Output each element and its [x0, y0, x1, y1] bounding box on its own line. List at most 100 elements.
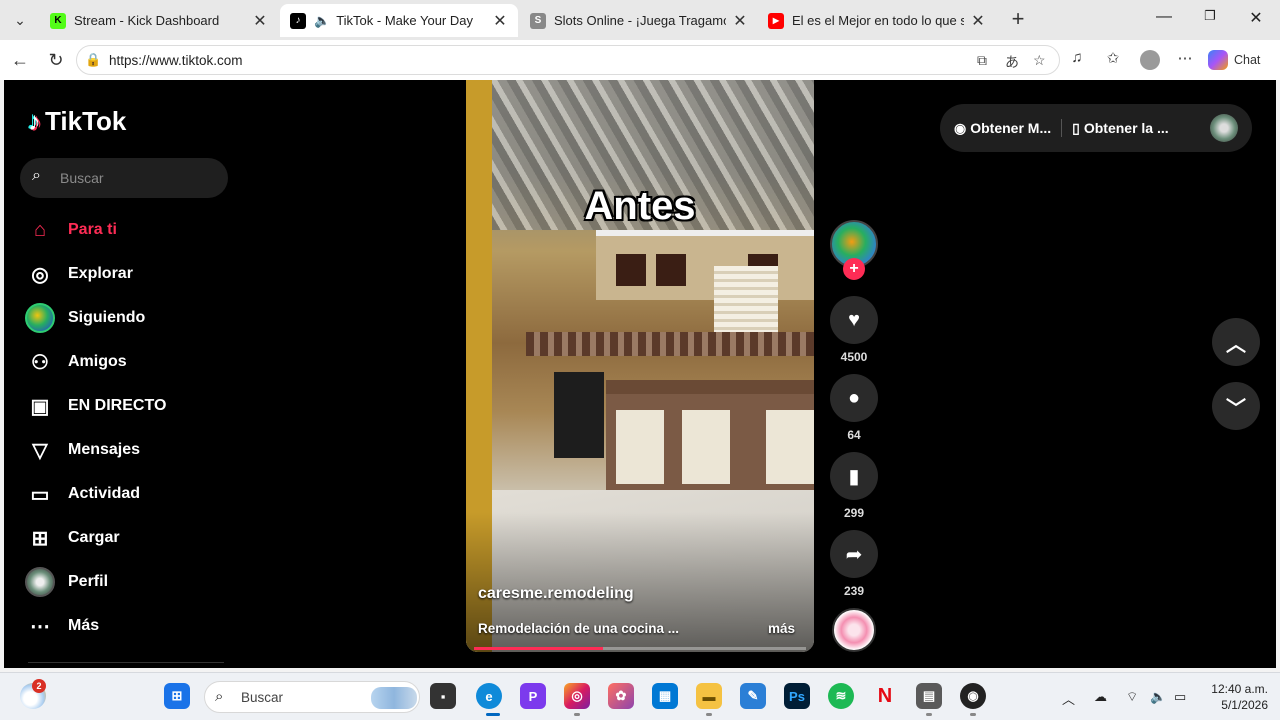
friends-icon: ⚇: [31, 351, 49, 374]
hidden-icons-chevron-icon[interactable]: ︿: [1062, 689, 1075, 708]
minimize-button[interactable]: —: [1150, 8, 1178, 32]
more-options-icon[interactable]: ⋯: [1174, 49, 1196, 71]
store-icon[interactable]: ▦: [652, 683, 678, 709]
get-app-button[interactable]: ◉ Obtener M...: [954, 120, 1051, 137]
close-tab-icon[interactable]: ✕: [732, 11, 748, 31]
search-input[interactable]: ⌕ Buscar: [20, 158, 228, 198]
share-button[interactable]: ➦: [830, 530, 878, 578]
comment-button[interactable]: ●: [830, 374, 878, 422]
editor-app-icon[interactable]: ✎: [740, 683, 766, 709]
address-bar[interactable]: 🔒 https://www.tiktok.com ⧉ あ ☆: [76, 45, 1060, 75]
volume-icon[interactable]: 🔈: [1150, 689, 1166, 705]
pill-divider: [1061, 119, 1063, 137]
favorites-icon[interactable]: ✩: [1102, 49, 1124, 71]
clock-date: 5/1/2026: [1221, 698, 1268, 712]
tab-actions-menu-button[interactable]: ⌄: [6, 6, 34, 34]
url-text[interactable]: https://www.tiktok.com: [109, 53, 243, 68]
running-app-indicator: [706, 713, 712, 716]
bookmark-icon: ▮: [848, 465, 860, 488]
next-video-button[interactable]: ﹀: [1212, 382, 1260, 430]
speaker-icon[interactable]: 🔈: [314, 13, 330, 29]
nav-item-explorar[interactable]: ◎ Explorar: [24, 258, 224, 290]
more-icon: ⋯: [30, 615, 50, 638]
nav-item-para-ti[interactable]: ⌂ Para ti: [24, 214, 224, 246]
calculator-icon[interactable]: ▤: [916, 683, 942, 709]
music-disc-icon[interactable]: [832, 608, 876, 652]
tiktok-logo[interactable]: ♪ TikTok: [28, 106, 126, 137]
new-tab-button[interactable]: +: [1006, 8, 1030, 32]
previous-video-button[interactable]: ︿: [1212, 318, 1260, 366]
cloud-off-icon[interactable]: ☁: [1094, 689, 1107, 705]
tab-youtube[interactable]: ▶ El es el Mejor en todo lo que se lla ✕: [758, 4, 996, 37]
close-tab-icon[interactable]: ✕: [492, 11, 508, 31]
back-button[interactable]: ←: [8, 48, 32, 72]
file-explorer-icon[interactable]: ▬: [696, 683, 722, 709]
edge-icon[interactable]: e: [476, 683, 502, 709]
netflix-icon[interactable]: N: [872, 683, 898, 709]
tab-slots[interactable]: S Slots Online - ¡Juega Tragamonedas ✕: [520, 4, 758, 37]
obs-icon[interactable]: ◉: [960, 683, 986, 709]
task-view-icon[interactable]: ▪: [430, 683, 456, 709]
refresh-button[interactable]: ↻: [44, 48, 68, 72]
instagram-icon[interactable]: ◎: [564, 683, 590, 709]
chevron-up-icon: ︿: [1226, 333, 1246, 356]
open-in-app-icon[interactable]: ⧉: [977, 52, 987, 69]
nav-item-mas[interactable]: ⋯ Más: [24, 610, 224, 642]
battery-icon[interactable]: ▭: [1174, 689, 1186, 705]
video-progress-bar[interactable]: [474, 647, 806, 650]
close-window-button[interactable]: ✕: [1242, 8, 1270, 32]
upload-icon: ⊞: [31, 527, 49, 550]
tab-title: Slots Online - ¡Juega Tragamonedas: [554, 13, 726, 28]
close-tab-icon[interactable]: ✕: [252, 11, 268, 31]
media-control-icon[interactable]: ♫: [1066, 49, 1088, 71]
user-avatar[interactable]: [1210, 114, 1238, 142]
photos-icon[interactable]: ✿: [608, 683, 634, 709]
taskbar-search-input[interactable]: ⌕ Buscar: [204, 681, 420, 713]
chat-label: Chat: [1234, 53, 1261, 67]
video-author[interactable]: caresme.remodeling: [478, 585, 634, 603]
tab-kick[interactable]: K Stream - Kick Dashboard ✕: [40, 4, 278, 37]
photoshop-icon[interactable]: Ps: [784, 683, 810, 709]
close-tab-icon[interactable]: ✕: [970, 11, 986, 31]
translate-icon[interactable]: あ: [1005, 52, 1019, 72]
nav-label: Cargar: [68, 529, 120, 546]
get-mobile-app-button[interactable]: ▯ Obtener la ...: [1072, 120, 1169, 137]
more-link[interactable]: más: [768, 621, 795, 636]
nav-label: EN DIRECTO: [68, 397, 167, 414]
start-button[interactable]: ⊞: [164, 683, 190, 709]
save-button[interactable]: ▮: [830, 452, 878, 500]
nav-item-en-directo[interactable]: ▣ EN DIRECTO: [24, 390, 224, 422]
comment-icon: ●: [847, 386, 861, 409]
wifi-icon[interactable]: ⌔: [1126, 689, 1138, 705]
picsart-icon[interactable]: P: [520, 683, 546, 709]
running-app-indicator: [574, 713, 580, 716]
tab-tiktok[interactable]: ♪ 🔈 TikTok - Make Your Day ✕: [280, 4, 518, 37]
following-avatar: [24, 302, 56, 334]
video-player[interactable]: Antes caresme.remodeling Remodelación de…: [466, 80, 814, 652]
site-info-icon[interactable]: 🔒: [85, 52, 101, 68]
follow-plus-icon[interactable]: +: [843, 258, 865, 280]
profile-avatar: [24, 566, 56, 598]
nav-item-mensajes[interactable]: ▽ Mensajes: [24, 434, 224, 466]
favorite-star-icon[interactable]: ☆: [1033, 52, 1046, 69]
nav-item-siguiendo[interactable]: Siguiendo: [24, 302, 224, 334]
tab-title: El es el Mejor en todo lo que se lla: [792, 13, 964, 28]
like-button[interactable]: ♥: [830, 296, 878, 344]
restore-button[interactable]: ❐: [1196, 8, 1224, 32]
get-app-label: Obtener M...: [970, 120, 1052, 136]
spotify-icon[interactable]: ≋: [828, 683, 854, 709]
nav-item-cargar[interactable]: ⊞ Cargar: [24, 522, 224, 554]
video-frame-window-blind: [714, 266, 778, 336]
copilot-chat-button[interactable]: Chat: [1208, 46, 1272, 74]
nav-item-perfil[interactable]: Perfil: [24, 566, 224, 598]
nav-item-actividad[interactable]: ▭ Actividad: [24, 478, 224, 510]
activity-icon: ▭: [30, 483, 50, 506]
video-frame-door: [766, 410, 814, 484]
video-description: Remodelación de una cocina ...: [478, 621, 680, 636]
video-frame-detail: [656, 254, 686, 286]
profile-avatar[interactable]: [1140, 50, 1160, 70]
nav-item-amigos[interactable]: ⚇ Amigos: [24, 346, 224, 378]
system-clock[interactable]: 12:40 a.m. 5/1/2026: [1204, 681, 1268, 713]
chevron-down-icon: ﹀: [1226, 397, 1246, 420]
nav-label: Más: [68, 617, 100, 634]
